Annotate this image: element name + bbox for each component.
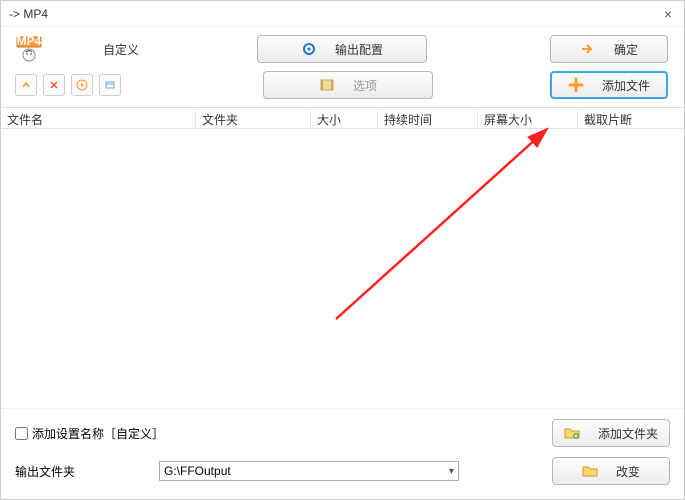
add-folder-button[interactable]: 添加文件夹 <box>552 419 670 447</box>
info-icon <box>104 79 116 91</box>
output-path-value: G:\FFOutput <box>164 464 231 478</box>
plus-icon <box>568 77 584 93</box>
film-icon <box>319 77 335 93</box>
file-table-header: 文件名 文件夹 大小 持续时间 屏幕大小 截取片断 <box>1 107 684 129</box>
profile-label: 自定义 <box>51 41 191 58</box>
folder-icon <box>582 463 598 479</box>
ok-label: 确定 <box>614 41 638 58</box>
options-label: 选项 <box>353 77 377 94</box>
info-button[interactable] <box>99 74 121 96</box>
svg-text:MP4: MP4 <box>17 35 42 48</box>
annotation-arrow-icon <box>1 89 685 389</box>
change-label: 改变 <box>616 463 640 480</box>
ok-button[interactable]: 确定 <box>550 35 668 63</box>
close-icon[interactable]: × <box>660 6 676 22</box>
options-button[interactable]: 选项 <box>263 71 433 99</box>
x-icon <box>48 79 60 91</box>
chevron-down-icon: ▾ <box>449 466 454 477</box>
output-config-button[interactable]: 输出配置 <box>257 35 427 63</box>
add-folder-label: 添加文件夹 <box>598 425 658 442</box>
gear-icon <box>301 41 317 57</box>
th-clip[interactable]: 截取片断 <box>578 108 684 128</box>
folder-plus-icon <box>564 425 580 441</box>
play-button[interactable] <box>71 74 93 96</box>
title-bar: -> MP4 × <box>1 1 684 27</box>
output-path-dropdown[interactable]: G:\FFOutput ▾ <box>159 461 459 481</box>
add-profile-name-checkbox[interactable]: 添加设置名称［自定义］ <box>15 425 164 442</box>
checkbox-input[interactable] <box>15 427 28 440</box>
th-screensize[interactable]: 屏幕大小 <box>478 108 578 128</box>
th-duration[interactable]: 持续时间 <box>378 108 478 128</box>
move-up-button[interactable] <box>15 74 37 96</box>
forward-arrow-icon <box>580 41 596 57</box>
checkbox-label: 添加设置名称［自定义］ <box>32 425 164 442</box>
remove-button[interactable] <box>43 74 65 96</box>
file-table-body <box>1 129 684 415</box>
add-file-label: 添加文件 <box>602 77 650 94</box>
th-folder[interactable]: 文件夹 <box>196 108 311 128</box>
output-folder-label: 输出文件夹 <box>15 463 75 480</box>
th-filename[interactable]: 文件名 <box>1 108 196 128</box>
play-icon <box>76 79 88 91</box>
format-mp4-icon: MP4 <box>15 35 43 63</box>
chevron-up-icon <box>20 79 32 91</box>
add-file-button[interactable]: 添加文件 <box>550 71 668 99</box>
window-title: -> MP4 <box>9 7 48 21</box>
output-config-label: 输出配置 <box>335 41 383 58</box>
change-button[interactable]: 改变 <box>552 457 670 485</box>
th-size[interactable]: 大小 <box>311 108 378 128</box>
